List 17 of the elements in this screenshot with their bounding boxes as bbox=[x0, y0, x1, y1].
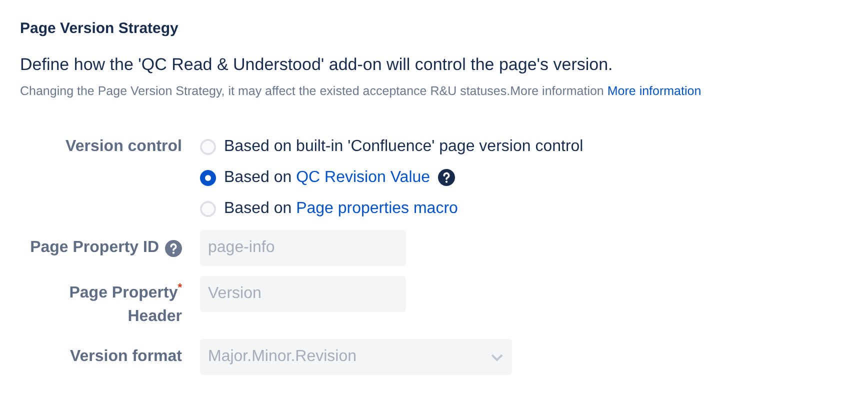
field-label: Page Property$^{*}$ Header bbox=[68, 281, 182, 328]
option-label: Based on Page properties macro bbox=[224, 199, 458, 219]
option-label: Based on QC Revision Value bbox=[224, 168, 430, 188]
option-link[interactable]: Page properties macro bbox=[296, 200, 458, 217]
radio-button[interactable] bbox=[200, 138, 216, 154]
field-label: Page Property ID bbox=[30, 238, 159, 258]
option-label: Based on built-in 'Confluence' page version control bbox=[224, 137, 584, 157]
more-information-link[interactable]: More information bbox=[607, 84, 702, 98]
field-label: Version control bbox=[66, 137, 182, 157]
radio-button[interactable] bbox=[200, 170, 216, 186]
option-link[interactable]: QC Revision Value bbox=[296, 169, 430, 186]
note-text: Changing the Page Version Strategy, it may affect the existed acceptance R&U statuses.More information bbox=[20, 84, 604, 98]
help-icon[interactable] bbox=[438, 169, 456, 186]
field-label: Version format bbox=[70, 347, 182, 368]
radio-button[interactable] bbox=[200, 200, 216, 216]
section-title: Page Version Strategy bbox=[20, 20, 178, 37]
description-text: Define how the 'QC Read & Understood' add-on will control the page's version. bbox=[20, 55, 613, 75]
